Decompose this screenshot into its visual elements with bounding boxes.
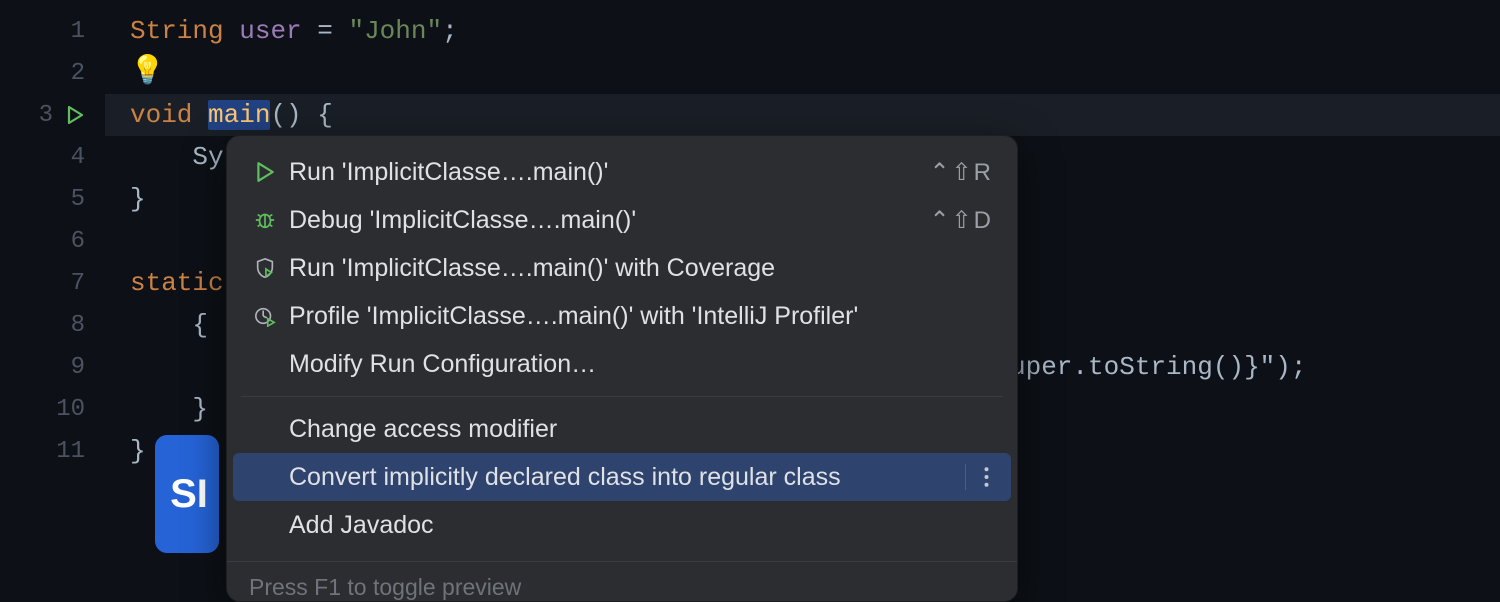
- line-number: 1: [71, 18, 85, 45]
- run-icon: [249, 161, 281, 183]
- menu-item-convert-class[interactable]: Convert implicitly declared class into r…: [233, 453, 1011, 501]
- code-line[interactable]: String user = "John";: [130, 10, 1500, 52]
- line-number: 5: [71, 186, 85, 213]
- menu-label: Change access modifier: [289, 415, 993, 444]
- menu-label: Run 'ImplicitClasse….main()' with Covera…: [289, 254, 993, 283]
- intention-bulb-icon[interactable]: 💡: [130, 52, 165, 94]
- context-menu: Run 'ImplicitClasse….main()' ⌃⇧R Debug '…: [226, 135, 1018, 602]
- menu-label: Add Javadoc: [289, 511, 993, 540]
- coverage-icon: [249, 257, 281, 279]
- code-line-active[interactable]: void main() {: [105, 94, 1500, 136]
- menu-separator: [241, 396, 1003, 397]
- menu-item-add-javadoc[interactable]: Add Javadoc: [227, 501, 1017, 549]
- line-number: 3: [39, 102, 53, 129]
- debug-icon: [249, 209, 281, 231]
- menu-label: Profile 'ImplicitClasse….main()' with 'I…: [289, 302, 993, 331]
- shortcut: ⌃⇧D: [929, 206, 993, 235]
- menu-item-profile[interactable]: Profile 'ImplicitClasse….main()' with 'I…: [227, 292, 1017, 340]
- line-number: 9: [71, 354, 85, 381]
- menu-label: Modify Run Configuration…: [289, 350, 993, 379]
- more-options-icon[interactable]: [965, 464, 993, 490]
- gutter: 1 2 3 4 5 6 7 8 9 10 11: [0, 0, 105, 600]
- line-number: 8: [71, 312, 85, 339]
- menu-item-coverage[interactable]: Run 'ImplicitClasse….main()' with Covera…: [227, 244, 1017, 292]
- logo-badge: SI: [155, 435, 219, 553]
- line-number: 6: [71, 228, 85, 255]
- line-number: 2: [71, 60, 85, 87]
- run-gutter-icon[interactable]: [65, 105, 85, 125]
- menu-label: Convert implicitly declared class into r…: [289, 463, 955, 492]
- menu-item-debug[interactable]: Debug 'ImplicitClasse….main()' ⌃⇧D: [227, 196, 1017, 244]
- line-number: 7: [71, 270, 85, 297]
- line-number: 11: [56, 438, 85, 465]
- menu-item-modify-config[interactable]: Modify Run Configuration…: [227, 340, 1017, 388]
- code-line[interactable]: [130, 52, 1500, 94]
- line-number: 10: [56, 396, 85, 423]
- menu-item-run[interactable]: Run 'ImplicitClasse….main()' ⌃⇧R: [227, 148, 1017, 196]
- shortcut: ⌃⇧R: [929, 158, 993, 187]
- menu-item-change-access[interactable]: Change access modifier: [227, 405, 1017, 453]
- profile-icon: [249, 305, 281, 327]
- menu-label: Run 'ImplicitClasse….main()': [289, 158, 929, 187]
- menu-hint: Press F1 to toggle preview: [227, 561, 1017, 601]
- menu-label: Debug 'ImplicitClasse….main()': [289, 206, 929, 235]
- line-number: 4: [71, 144, 85, 171]
